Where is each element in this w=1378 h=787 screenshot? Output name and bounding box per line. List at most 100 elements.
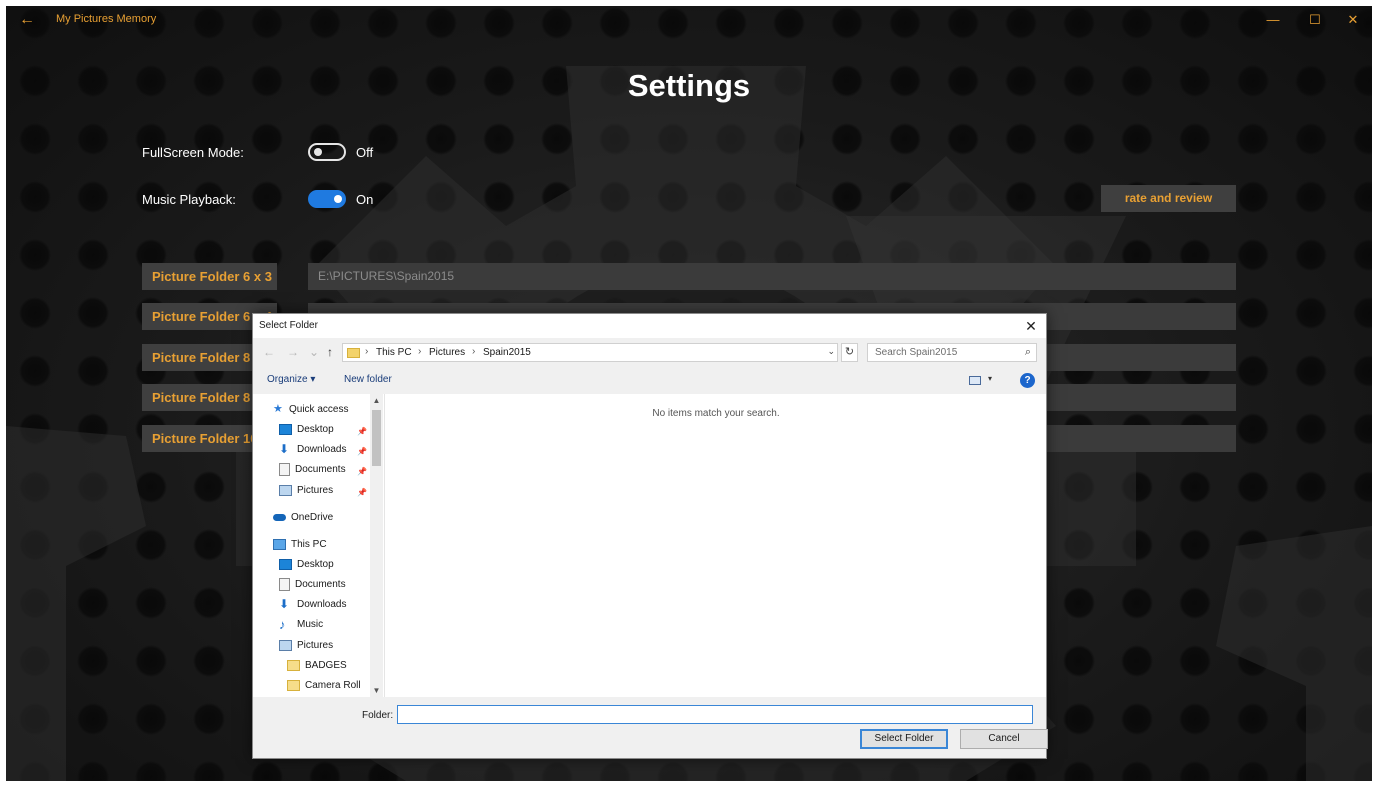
app-title: My Pictures Memory [56,13,157,25]
breadcrumb-separator: › [418,346,422,357]
folder-icon [347,348,360,358]
tree-item-label: OneDrive [291,512,334,523]
folder-icon [287,679,300,691]
minimize-button[interactable]: — [1256,10,1290,30]
tree-item-desktop[interactable]: Desktop [279,421,334,439]
tree-item-label: Music [297,619,324,630]
picture-folder-6x3-path: E:\PICTURES\Spain2015 [308,263,1236,290]
tree-item-label: Desktop [297,559,334,570]
tree-item-label: Documents [295,464,346,475]
search-input[interactable]: Search Spain2015 ⌕ [867,343,1037,362]
view-options-icon[interactable] [969,376,981,385]
address-bar[interactable]: › This PC › Pictures › Spain2015 ⌄ [342,343,838,362]
breadcrumb-this-pc[interactable]: This PC [376,347,412,358]
up-folder-icon[interactable]: ↑ [322,344,338,360]
empty-results-message: No items match your search. [652,408,780,419]
folder-icon [287,659,300,671]
tree-item-label: Pictures [297,485,334,496]
search-icon: ⌕ [1024,346,1031,358]
music-playback-toggle[interactable] [308,190,346,208]
tree-item-quick-access[interactable]: ★ Quick access [273,401,348,419]
breadcrumb-separator: › [472,346,476,357]
view-dropdown-icon[interactable]: ▾ [988,374,992,383]
select-folder-dialog: Select Folder ✕ ← → ⌄ ↑ › This PC › Pict… [252,313,1048,759]
tree-item-label: Documents [295,579,346,590]
page-title: Settings [627,68,751,103]
back-arrow-icon[interactable]: ← [16,11,38,29]
app-titlebar: ← My Pictures Memory — ☐ ✕ [6,6,1372,34]
music-playback-state: On [356,192,374,207]
cloud-icon [273,513,286,521]
scroll-thumb[interactable] [372,410,381,466]
folder-label: Folder: [362,710,394,721]
desktop-icon [279,558,292,570]
download-arrow-icon: ⬇ [279,441,290,456]
refresh-icon[interactable]: ↻ [841,343,858,362]
file-list-pane[interactable]: No items match your search. [384,394,1046,697]
pictures-icon [279,484,292,496]
search-placeholder: Search Spain2015 [875,347,958,358]
cancel-button[interactable]: Cancel [960,729,1048,749]
tree-item-label: This PC [291,539,327,550]
fullscreen-toggle[interactable] [308,143,346,161]
maximize-button[interactable]: ☐ [1298,10,1332,30]
tree-item-label: Downloads [297,599,347,610]
navigation-pane: ★ Quick access Desktop 📌 ⬇ Downloads 📌 Doc… [253,394,384,697]
star-icon: ★ [273,402,283,415]
tree-item-badges[interactable]: BADGES [287,657,347,675]
rate-and-review-button[interactable]: rate and review [1101,185,1236,212]
tree-item-pc-desktop[interactable]: Desktop [279,556,334,574]
tree-item-label: Downloads [297,444,347,455]
tree-item-documents[interactable]: Documents [279,461,346,479]
address-dropdown-icon[interactable]: ⌄ [827,346,835,357]
pin-icon: 📌 [357,427,367,436]
tree-item-label: Desktop [297,424,334,435]
forward-nav-icon[interactable]: → [285,344,301,360]
tree-item-label: BADGES [305,660,347,671]
tree-item-label: Camera Roll [305,680,361,691]
tree-item-pc-documents[interactable]: Documents [279,576,346,594]
fullscreen-label: FullScreen Mode: [142,145,244,160]
tree-item-pc-music[interactable]: ♪ Music [279,616,323,634]
tree-item-pc-pictures[interactable]: Pictures [279,637,333,655]
dialog-title: Select Folder [259,320,318,331]
music-note-icon: ♪ [279,616,286,632]
document-icon [279,462,290,476]
select-folder-button[interactable]: Select Folder [860,729,948,749]
tree-item-camera-roll[interactable]: Camera Roll [287,677,361,695]
pictures-icon [279,639,292,651]
pin-icon: 📌 [357,488,367,497]
dialog-toolbar: Organize ▾ New folder ▾ ? [253,369,1046,393]
organize-button[interactable]: Organize ▾ [267,374,315,385]
help-icon[interactable]: ? [1020,373,1035,388]
back-nav-icon[interactable]: ← [261,344,277,360]
pin-icon: 📌 [357,447,367,456]
document-icon [279,577,290,591]
toggle-knob [334,195,342,203]
picture-folder-6x3-button[interactable]: Picture Folder 6 x 3 [142,263,277,290]
download-arrow-icon: ⬇ [279,596,290,611]
new-folder-button[interactable]: New folder [344,374,392,385]
tree-item-label: Pictures [297,640,334,651]
breadcrumb-pictures[interactable]: Pictures [429,347,465,358]
recent-locations-icon[interactable]: ⌄ [306,344,322,360]
navigation-scrollbar[interactable]: ▲ ▼ [370,394,383,697]
tree-item-pc-downloads[interactable]: ⬇ Downloads [279,596,346,614]
toggle-knob [314,148,322,156]
tree-item-onedrive[interactable]: OneDrive [273,509,333,527]
breadcrumb-spain2015[interactable]: Spain2015 [483,347,531,358]
computer-icon [273,538,286,550]
tree-item-pictures[interactable]: Pictures [279,482,333,500]
pin-icon: 📌 [357,467,367,476]
dialog-titlebar: Select Folder ✕ [253,314,1046,338]
fullscreen-state: Off [356,145,374,160]
folder-name-input[interactable] [397,705,1033,724]
tree-item-label: Quick access [289,404,349,415]
tree-item-downloads[interactable]: ⬇ Downloads [279,441,346,459]
tree-item-this-pc[interactable]: This PC [273,536,327,554]
close-button[interactable]: ✕ [1336,10,1370,30]
music-playback-label: Music Playback: [142,192,236,207]
scroll-down-icon[interactable]: ▼ [370,684,383,697]
dialog-close-icon[interactable]: ✕ [1022,317,1040,335]
scroll-up-icon[interactable]: ▲ [370,394,383,407]
